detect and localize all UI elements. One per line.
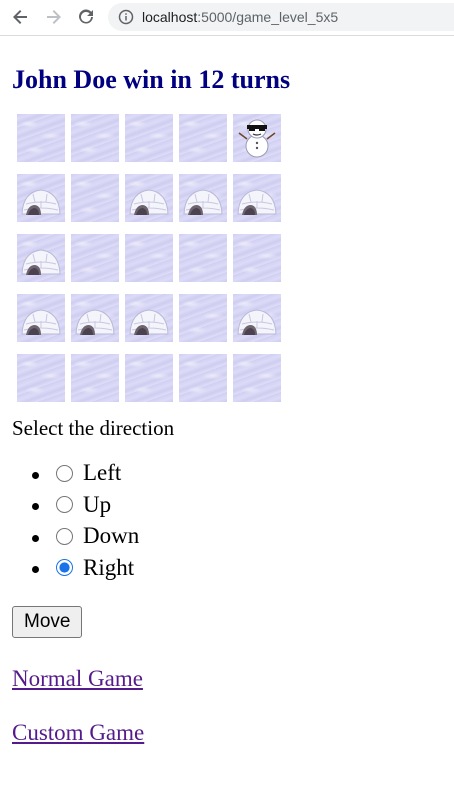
snow-tile — [125, 114, 173, 162]
page-title: John Doe win in 12 turns — [12, 65, 291, 94]
direction-option-down[interactable]: Down — [52, 521, 139, 551]
snow-tile — [71, 114, 119, 162]
igloo-tile — [71, 294, 119, 342]
snowman-tile — [233, 114, 281, 162]
direction-option-left[interactable]: Left — [52, 458, 121, 488]
snow-tile — [125, 354, 173, 402]
igloo-tile — [125, 294, 173, 342]
direction-label: Down — [83, 523, 140, 548]
game-links: Normal Game Custom Game — [12, 665, 442, 747]
igloo-icon — [21, 309, 61, 335]
igloo-icon — [75, 309, 115, 335]
direction-radio-up[interactable] — [56, 496, 73, 513]
igloo-tile — [179, 174, 227, 222]
snow-tile — [179, 294, 227, 342]
page-content: John Doe win in 12 turns Select the dire… — [12, 35, 442, 747]
direction-list: Left Up Down Right — [12, 458, 442, 584]
direction-label: Right — [83, 554, 135, 580]
direction-radio-right[interactable] — [56, 559, 73, 576]
direction-item: Right — [52, 553, 442, 585]
igloo-tile — [17, 234, 65, 282]
igloo-tile — [233, 174, 281, 222]
snowman-icon — [238, 119, 276, 158]
snow-tile — [179, 234, 227, 282]
direction-label: Left — [83, 460, 122, 485]
igloo-tile — [125, 174, 173, 222]
igloo-tile — [17, 294, 65, 342]
game-board — [17, 114, 442, 402]
direction-item: Up — [52, 490, 442, 522]
move-button[interactable]: Move — [12, 606, 83, 638]
reload-icon[interactable] — [75, 6, 97, 28]
snow-tile — [17, 114, 65, 162]
back-arrow-icon[interactable] — [10, 6, 32, 28]
snow-tile — [233, 354, 281, 402]
url-path: :5000/game_level_5x5 — [197, 9, 339, 25]
info-icon[interactable] — [118, 9, 134, 25]
normal-game-link[interactable]: Normal Game — [12, 665, 442, 693]
url-host: localhost — [142, 9, 198, 25]
igloo-tile — [17, 174, 65, 222]
direction-form: Left Up Down Right Move — [12, 458, 442, 638]
snow-tile — [179, 114, 227, 162]
igloo-icon — [237, 189, 277, 215]
custom-game-link[interactable]: Custom Game — [12, 719, 442, 747]
snow-tile — [71, 174, 119, 222]
snow-tile — [17, 354, 65, 402]
direction-label: Up — [83, 491, 112, 517]
igloo-icon — [129, 309, 169, 335]
direction-radio-left[interactable] — [56, 464, 73, 482]
direction-prompt: Select the direction — [12, 416, 175, 440]
igloo-icon — [21, 189, 61, 215]
igloo-icon — [129, 189, 169, 215]
url-text: localhost:5000/game_level_5x5 — [142, 9, 338, 25]
igloo-icon — [21, 249, 61, 275]
snow-tile — [233, 234, 281, 282]
snow-tile — [71, 234, 119, 282]
direction-item: Left — [52, 458, 442, 490]
igloo-icon — [237, 309, 277, 335]
direction-radio-down[interactable] — [56, 527, 73, 545]
igloo-icon — [183, 189, 223, 215]
forward-arrow-icon[interactable] — [42, 6, 64, 28]
igloo-tile — [233, 294, 281, 342]
snow-tile — [179, 354, 227, 402]
direction-option-right[interactable]: Right — [52, 553, 134, 583]
address-bar[interactable]: localhost:5000/game_level_5x5 — [108, 3, 454, 31]
direction-option-up[interactable]: Up — [52, 490, 111, 520]
browser-toolbar: localhost:5000/game_level_5x5 — [0, 0, 454, 36]
direction-item: Down — [52, 521, 442, 553]
snow-tile — [71, 354, 119, 402]
snow-tile — [125, 234, 173, 282]
